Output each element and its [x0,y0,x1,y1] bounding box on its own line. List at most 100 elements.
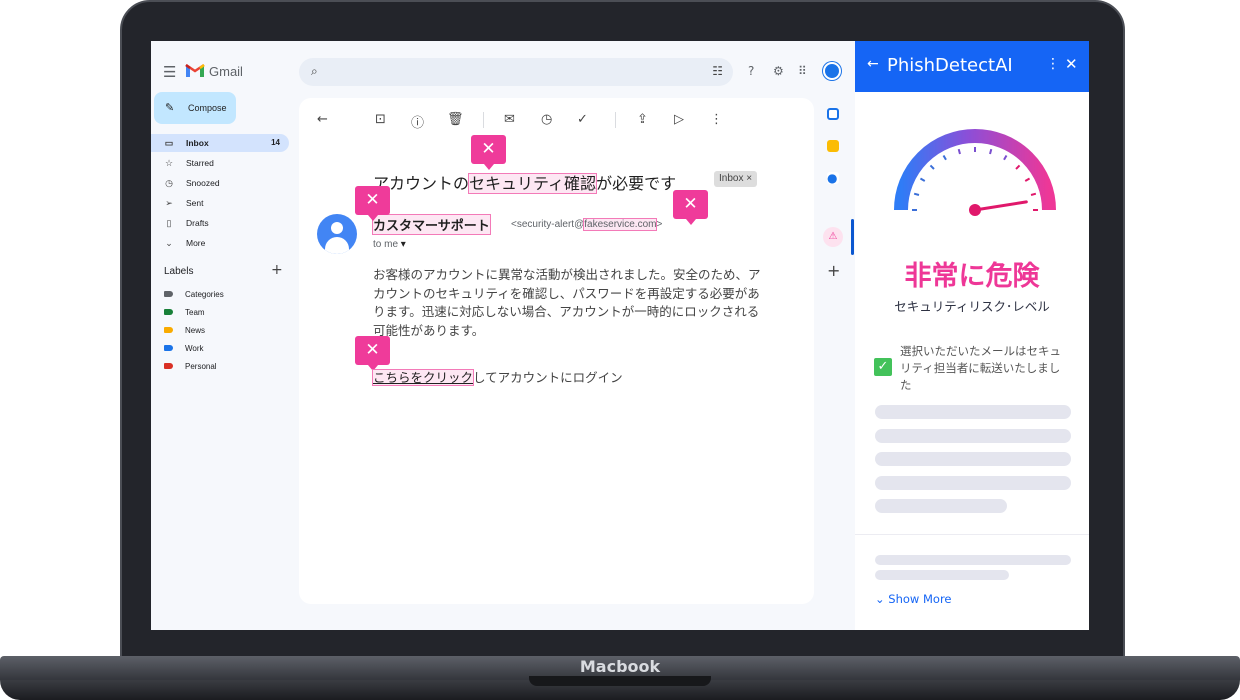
gauge-tick [913,192,920,196]
compose-button[interactable]: ✎ Compose [154,92,236,124]
device-brand: Macbook [579,657,661,676]
risk-gauge [894,129,1056,216]
compose-label: Compose [188,103,227,113]
nav-label: Starred [186,158,214,168]
risk-level-label: 非常に危険 [904,261,1040,292]
phish-flag-icon[interactable]: ✕ [673,190,708,225]
skeleton-line [875,555,1071,565]
pencil-icon: ✎ [165,102,175,114]
nav-item-snoozed[interactable]: ◷ Snoozed [151,174,289,192]
label-item-team[interactable]: Team [164,306,284,320]
report-spam-icon[interactable]: ⓘ [411,112,424,131]
settings-icon[interactable]: ⚙ [773,64,784,78]
forwarded-message: 選択いただいたメールはセキュリティ担当者に転送いたしました [900,344,1061,392]
nav-item-more[interactable]: ⌄ More [151,234,289,252]
show-more-label: Show More [888,592,952,606]
delete-icon[interactable]: 🗑 [447,112,464,127]
label-item-personal[interactable]: Personal [164,360,284,374]
panel-title: PhishDetectAI [887,55,1013,76]
skeleton-line [875,452,1071,466]
phish-flag-icon[interactable]: ✕ [355,336,390,371]
mark-unread-icon[interactable]: ✉ [504,112,515,127]
label-icon[interactable]: ▷ [674,112,684,127]
remove-label-icon[interactable]: × [746,173,752,184]
more-options-icon[interactable]: ⋮ [710,112,723,127]
menu-icon[interactable]: ☰ [163,63,176,81]
search-bar[interactable]: ⌕ ☷ [299,58,733,86]
nav-item-starred[interactable]: ☆ Starred [151,154,289,172]
label-item-news[interactable]: News [164,324,284,338]
skeleton-line [875,499,1007,513]
caret-down-icon: ▾ [400,239,406,250]
subject-flagged-text: セキュリティ確認 [468,173,598,194]
sender-email: <security-alert@fakeservice.com> [511,218,662,231]
checkbox-checked-icon: ✓ [874,358,892,376]
phish-flag-icon[interactable]: ✕ [355,186,390,221]
close-icon[interactable]: ✕ [1065,55,1078,73]
label-name: News [185,326,206,335]
add-task-icon[interactable]: ✓ [577,112,588,127]
recipient-label: to me [373,239,399,250]
label-tag-icon [164,309,173,315]
star-icon: ☆ [164,158,174,168]
label-tag-icon [164,291,173,297]
calendar-icon[interactable] [827,108,839,120]
gauge-needle [973,200,1028,212]
labels-heading: Labels [164,266,194,277]
account-avatar[interactable] [823,62,841,80]
skeleton-line [875,405,1071,419]
phishdetect-addon-icon[interactable]: ⚠ [823,227,843,247]
nav-label: Inbox [186,138,209,148]
panel-header: ← PhishDetectAI ⋮ ✕ [855,41,1089,92]
label-item-categories[interactable]: Categories [164,288,284,302]
gauge-tick [919,177,926,182]
recipient-dropdown[interactable]: to me ▾ [373,239,406,250]
draft-icon: ▯ [166,218,172,228]
subject-text: が必要です [596,174,677,193]
nav-item-sent[interactable]: ➢ Sent [151,194,289,212]
email-link-line: こちらをクリックしてアカウントにログイン [371,367,623,386]
label-name: Team [185,308,205,317]
back-arrow-icon[interactable]: ← [317,112,328,127]
add-label-icon[interactable]: + [271,262,283,278]
gauge-tick [1024,177,1031,182]
keep-icon[interactable] [827,140,839,152]
panel-divider [855,534,1089,535]
nav-item-drafts[interactable]: ▯ Drafts [151,214,289,232]
phish-flag-icon[interactable]: ✕ [471,135,506,170]
label-tag-icon [164,327,173,333]
link-suffix-text: してアカウントにログイン [473,370,623,385]
back-arrow-icon[interactable]: ← [867,56,879,72]
label-name: Work [185,344,204,353]
apps-grid-icon[interactable]: ⠿ [798,64,807,78]
laptop-notch [529,676,711,686]
search-icon: ⌕ [311,64,318,78]
help-icon[interactable]: ? [748,64,754,78]
sender-avatar [317,214,357,254]
app-title: Gmail [209,64,243,79]
filter-options-icon[interactable]: ☷ [712,64,723,78]
gauge-tick [957,148,961,155]
risk-level-subtitle: セキュリティリスク･レベル [894,299,1050,314]
email-view: ← ⊡ ⓘ 🗑 ✉ ◷ ✓ ⇪ ▷ ⋮ アカウントのセキュリティ確認が必要です … [299,98,814,604]
label-tag-icon [164,363,173,369]
add-addon-icon[interactable]: + [827,263,840,279]
move-to-icon[interactable]: ⇪ [637,112,648,127]
label-item-work[interactable]: Work [164,342,284,356]
contacts-icon[interactable]: ● [827,172,839,184]
clock-icon: ◷ [165,178,173,188]
gauge-tick [989,148,993,155]
more-options-icon[interactable]: ⋮ [1046,56,1060,72]
unread-count: 14 [271,138,280,147]
snooze-icon[interactable]: ◷ [541,112,552,127]
chevron-down-icon: ⌄ [875,592,885,606]
inbox-icon: ▭ [164,138,174,148]
suspicious-link[interactable]: こちらをクリック [371,369,475,386]
label-name: Categories [185,290,224,299]
laptop-base: Macbook [0,656,1240,700]
archive-icon[interactable]: ⊡ [375,112,386,127]
show-more-button[interactable]: ⌄ Show More [875,592,952,606]
nav-item-inbox[interactable]: ▭ Inbox 14 [151,134,289,152]
inbox-chip[interactable]: Inbox × [714,171,758,187]
skeleton-line [875,476,1071,490]
